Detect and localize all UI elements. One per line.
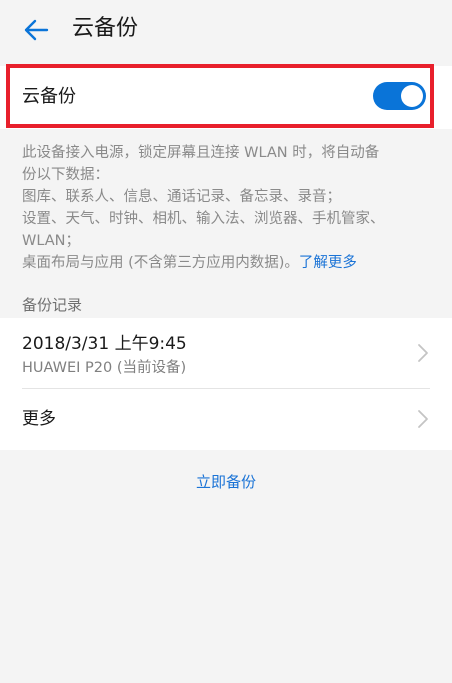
description-line: 图库、联系人、信息、通话记录、备忘录、录音； bbox=[22, 189, 341, 205]
backup-records-list: 2018/3/31 上午9:45 HUAWEI P20 (当前设备) 更多 bbox=[0, 318, 452, 450]
cloud-backup-label: 云备份 bbox=[22, 86, 76, 107]
arrow-left-icon bbox=[24, 19, 49, 41]
description-line: 份以下数据： bbox=[22, 167, 109, 183]
learn-more-link[interactable]: 了解更多 bbox=[299, 255, 357, 271]
record-device: HUAWEI P20 (当前设备) bbox=[22, 360, 187, 376]
more-records-row[interactable]: 更多 bbox=[0, 389, 452, 450]
app-header: 云备份 bbox=[0, 0, 452, 58]
description-line: WLAN； bbox=[22, 233, 81, 249]
cloud-backup-switch[interactable] bbox=[373, 82, 426, 110]
description-line: 设置、天气、时钟、相机、输入法、浏览器、手机管家、 bbox=[22, 211, 385, 227]
chevron-right-icon bbox=[418, 410, 428, 428]
description-last-text: 桌面布局与应用 (不含第三方应用内数据)。 bbox=[22, 255, 299, 271]
record-time: 2018/3/31 上午9:45 bbox=[22, 334, 187, 354]
more-label: 更多 bbox=[22, 409, 56, 429]
latest-backup-record[interactable]: 2018/3/31 上午9:45 HUAWEI P20 (当前设备) bbox=[0, 318, 452, 389]
backup-description: 此设备接入电源，锁定屏幕且连接 WLAN 时，将自动备 份以下数据： 图库、联系… bbox=[22, 142, 437, 274]
switch-knob bbox=[401, 85, 423, 107]
page-title: 云备份 bbox=[72, 16, 139, 41]
backup-records-section-title: 备份记录 bbox=[22, 296, 83, 314]
backup-now-button[interactable]: 立即备份 bbox=[0, 471, 452, 493]
chevron-right-icon bbox=[418, 344, 428, 362]
description-line-last: 桌面布局与应用 (不含第三方应用内数据)。了解更多 bbox=[22, 252, 437, 274]
back-button[interactable] bbox=[16, 10, 56, 50]
description-line: 此设备接入电源，锁定屏幕且连接 WLAN 时，将自动备 bbox=[22, 145, 380, 161]
cloud-backup-toggle-row[interactable]: 云备份 bbox=[0, 66, 452, 129]
